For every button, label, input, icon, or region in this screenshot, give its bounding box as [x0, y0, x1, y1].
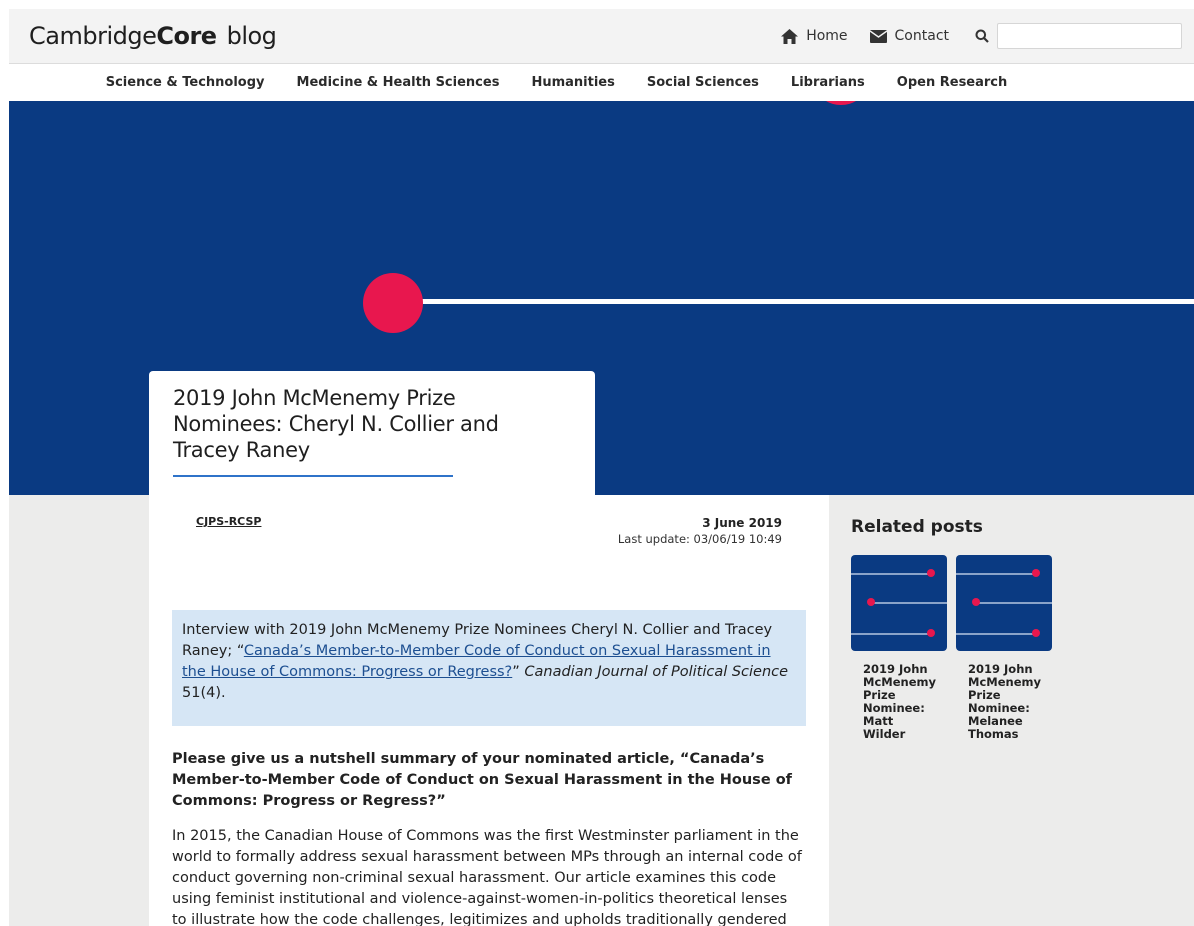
hero-line: [414, 299, 1194, 304]
related-post-thumbnail: [956, 555, 1052, 651]
callout-journal: Canadian Journal of Political Science: [524, 664, 789, 680]
related-post-title: 2019 John McMenemy Prize Nominee: Matt W…: [863, 662, 936, 741]
nav-medicine-health[interactable]: Medicine & Health Sciences: [297, 75, 500, 90]
logo-blog: blog: [226, 22, 277, 50]
callout-after-link: ”: [512, 664, 525, 680]
nav-humanities[interactable]: Humanities: [531, 75, 614, 90]
article-title: 2019 John McMenemy Prize Nominees: Chery…: [173, 386, 499, 462]
related-post-card[interactable]: 2019 John McMenemy Prize Nominee: Matt W…: [851, 555, 947, 741]
article-callout: Interview with 2019 John McMenemy Prize …: [172, 610, 806, 726]
callout-volume: 51(4).: [182, 685, 226, 701]
search-icon[interactable]: [975, 29, 989, 43]
nav-social-sciences[interactable]: Social Sciences: [647, 75, 759, 90]
related-posts-heading: Related posts: [851, 517, 983, 537]
logo-cambridge: Cambridge: [29, 22, 157, 50]
title-underline: [173, 475, 453, 477]
logo-core: Core: [156, 22, 217, 50]
home-link[interactable]: Home: [781, 28, 848, 44]
hero-dot-top: [819, 101, 863, 105]
top-nav: Home Contact: [759, 23, 1182, 49]
article-meta: CJPS-RCSP 3 June 2019 Last update: 03/06…: [172, 495, 806, 575]
site-logo[interactable]: CambridgeCore blog: [29, 22, 277, 50]
interview-question: Please give us a nutshell summary of you…: [172, 751, 792, 809]
title-card: 2019 John McMenemy Prize Nominees: Chery…: [149, 371, 595, 495]
related-post-title: 2019 John McMenemy Prize Nominee: Melane…: [968, 662, 1041, 741]
nav-open-research[interactable]: Open Research: [897, 75, 1007, 90]
category-nav: Science & Technology Medicine & Health S…: [9, 64, 1194, 101]
publish-date: 3 June 2019: [702, 516, 782, 530]
envelope-icon: [869, 29, 887, 43]
related-posts: Related posts 2019 John McMenemy Prize N…: [851, 517, 1071, 741]
related-posts-list: 2019 John McMenemy Prize Nominee: Matt W…: [851, 555, 1071, 741]
home-icon: [781, 28, 799, 44]
nav-science-technology[interactable]: Science & Technology: [106, 75, 265, 90]
related-post-card[interactable]: 2019 John McMenemy Prize Nominee: Melane…: [956, 555, 1052, 741]
contact-label: Contact: [894, 28, 949, 44]
nav-librarians[interactable]: Librarians: [791, 75, 865, 90]
home-label: Home: [806, 28, 848, 44]
related-post-thumbnail: [851, 555, 947, 651]
search-input[interactable]: [997, 23, 1182, 49]
author-link[interactable]: CJPS-RCSP: [196, 515, 261, 528]
contact-link[interactable]: Contact: [869, 28, 949, 44]
article-body: CJPS-RCSP 3 June 2019 Last update: 03/06…: [149, 495, 829, 926]
site-header: CambridgeCore blog Home Contact: [9, 9, 1194, 64]
hero-dot: [363, 273, 423, 333]
interview-answer: In 2015, the Canadian House of Commons w…: [172, 828, 802, 926]
last-update: Last update: 03/06/19 10:49: [617, 532, 782, 546]
article-date-block: 3 June 2019 Last update: 03/06/19 10:49: [618, 515, 782, 547]
